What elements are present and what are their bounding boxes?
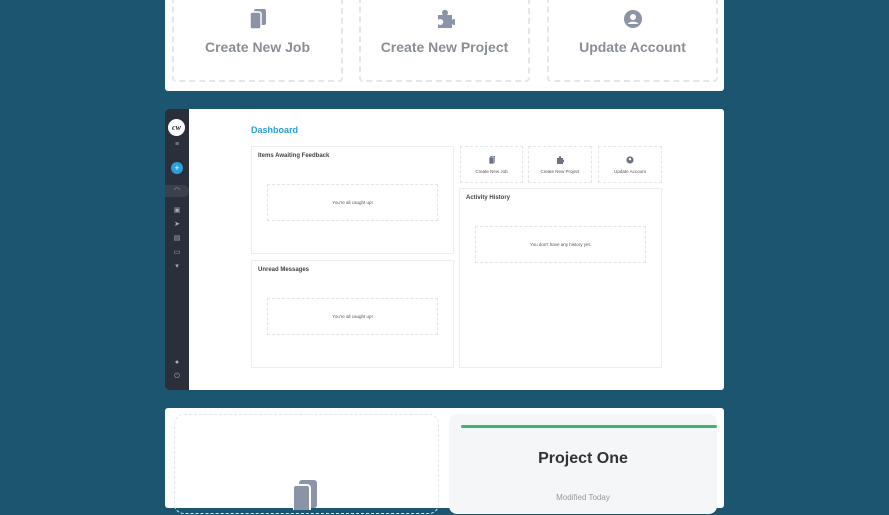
items-awaiting-feedback-panel: Items Awaiting Feedback You're all caugh… bbox=[251, 146, 454, 254]
puzzle-icon bbox=[529, 156, 591, 164]
user-circle-icon bbox=[599, 156, 661, 164]
project-progress-bar bbox=[461, 425, 717, 428]
page-title: Dashboard bbox=[251, 125, 299, 135]
top-card: Create New Job Create New Project Update… bbox=[165, 0, 724, 91]
sidebar: cw ≡ + ◠ ▣ ➤ ▤ ▭ ▾ ● ⏻ bbox=[165, 109, 189, 390]
empty-state: You're all caught up! bbox=[267, 184, 438, 221]
copy-icon bbox=[174, 9, 341, 31]
user-circle-icon bbox=[549, 9, 716, 31]
bottom-card: Project One Modified Today bbox=[165, 408, 724, 514]
logo: cw bbox=[168, 119, 185, 136]
unread-messages-panel: Unread Messages You're all caught up! bbox=[251, 260, 454, 368]
send-icon[interactable]: ➤ bbox=[165, 220, 189, 228]
empty-state: You don't have any history yet. bbox=[475, 226, 646, 263]
user-icon[interactable]: ● bbox=[165, 359, 189, 366]
clipboard-icon[interactable]: ▣ bbox=[165, 206, 189, 214]
copy-icon[interactable]: ▤ bbox=[165, 234, 189, 242]
copy-icon bbox=[292, 480, 317, 515]
add-button[interactable]: + bbox=[171, 162, 183, 174]
dashboard-icon[interactable]: ◠ bbox=[165, 185, 189, 197]
activity-history-panel: Activity History You don't have any hist… bbox=[459, 188, 662, 368]
power-icon[interactable]: ⏻ bbox=[165, 373, 189, 381]
update-account-small-tile[interactable]: Update Account bbox=[598, 146, 662, 183]
cart-icon[interactable]: ▾ bbox=[165, 262, 189, 270]
create-new-job-small-tile[interactable]: Create New Job bbox=[460, 146, 523, 183]
project-card[interactable]: Project One Modified Today bbox=[449, 414, 717, 514]
create-new-job-tile[interactable]: Create New Job bbox=[172, 0, 343, 82]
project-modified: Modified Today bbox=[556, 493, 610, 502]
project-title: Project One bbox=[538, 450, 628, 467]
empty-state: You're all caught up! bbox=[267, 298, 438, 335]
calendar-icon[interactable]: ▭ bbox=[165, 248, 189, 256]
update-account-tile[interactable]: Update Account bbox=[547, 0, 718, 82]
copy-icon bbox=[461, 156, 522, 164]
create-new-job-tile[interactable] bbox=[174, 414, 439, 514]
create-new-project-tile[interactable]: Create New Project bbox=[359, 0, 530, 82]
puzzle-icon bbox=[361, 9, 528, 31]
create-new-project-small-tile[interactable]: Create New Project bbox=[528, 146, 592, 183]
menu-icon[interactable]: ≡ bbox=[165, 141, 189, 148]
